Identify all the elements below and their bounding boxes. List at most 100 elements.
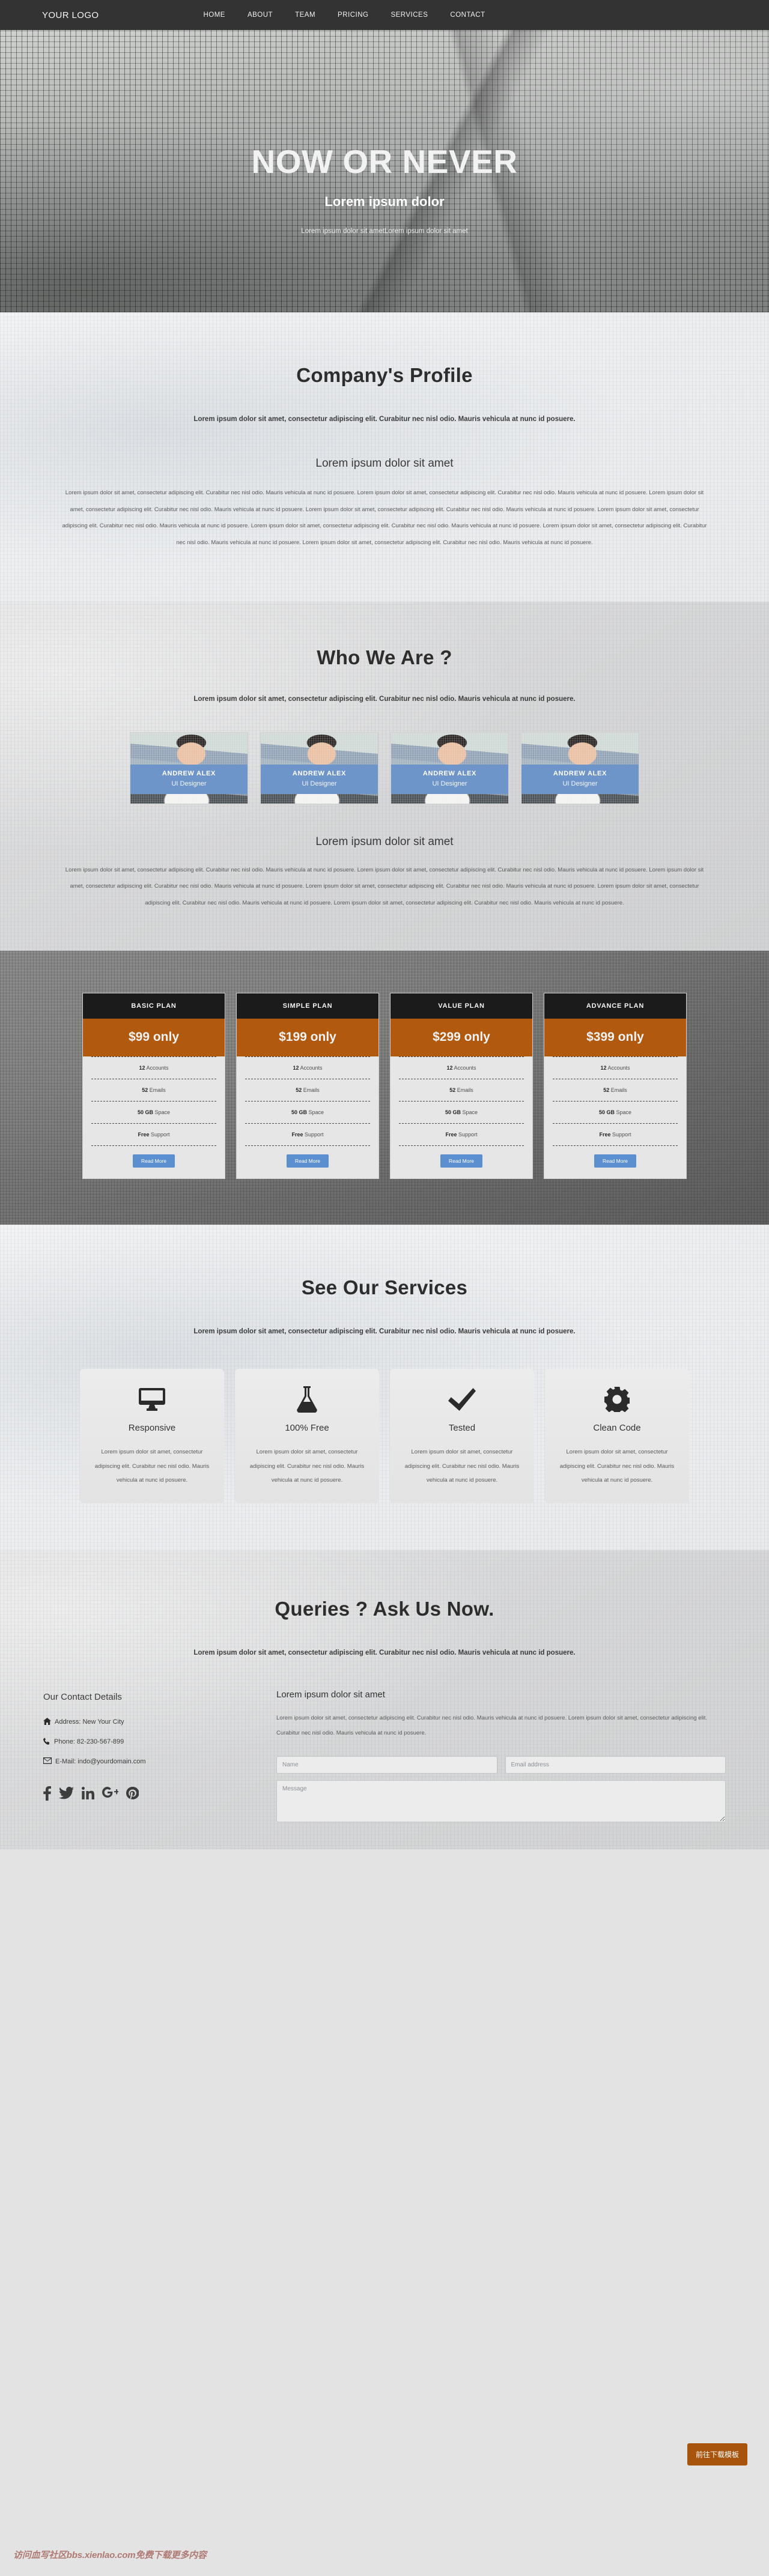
plan-feature: 12 Accounts	[553, 1056, 678, 1080]
contact-form-area: Lorem ipsum dolor sit amet Lorem ipsum d…	[276, 1690, 726, 1825]
nav-item-contact[interactable]: CONTACT	[450, 11, 485, 19]
service-title: Responsive	[128, 1422, 176, 1433]
plan-feature: 12 Accounts	[91, 1056, 216, 1080]
name-input[interactable]	[276, 1756, 497, 1774]
plan-feature-list: 12 Accounts 52 Emails 50 GB Space Free S…	[83, 1056, 225, 1147]
plan-price: $399 only	[544, 1019, 686, 1057]
feature-value: 50 GB	[445, 1109, 461, 1116]
member-info-overlay: ANDREW ALEX UI Designer	[261, 764, 378, 794]
team-member-card[interactable]: ANDREW ALEX UI Designer	[260, 732, 378, 804]
service-card-free[interactable]: 100% Free Lorem ipsum dolor sit amet, co…	[235, 1368, 379, 1504]
team-container: Who We Are ? Lorem ipsum dolor sit amet,…	[36, 602, 733, 951]
team-member-card[interactable]: ANDREW ALEX UI Designer	[391, 732, 509, 804]
contact-email-line: E-Mail: indo@yourdomain.com	[43, 1757, 242, 1766]
team-member-card[interactable]: ANDREW ALEX UI Designer	[521, 732, 639, 804]
plan-name: SIMPLE PLAN	[237, 993, 378, 1019]
plan-feature: 50 GB Space	[399, 1102, 524, 1124]
feature-label: Space	[153, 1109, 171, 1116]
check-icon	[403, 1386, 521, 1413]
read-more-button[interactable]: Read More	[286, 1154, 329, 1168]
service-card-clean-code[interactable]: Clean Code Lorem ipsum dolor sit amet, c…	[545, 1368, 689, 1504]
profile-body: Lorem ipsum dolor sit amet, consectetur …	[62, 489, 707, 546]
plan-feature-list: 12 Accounts 52 Emails 50 GB Space Free S…	[544, 1056, 686, 1147]
linkedin-icon[interactable]	[82, 1787, 94, 1802]
read-more-button[interactable]: Read More	[594, 1154, 637, 1168]
plan-feature: Free Support	[399, 1124, 524, 1147]
nav-item-about[interactable]: ABOUT	[248, 11, 273, 19]
feature-value: 52	[603, 1087, 610, 1094]
pricing-card-value: VALUE PLAN $299 only 12 Accounts 52 Emai…	[390, 993, 533, 1180]
contact-details: Our Contact Details Address: New Your Ci…	[43, 1690, 242, 1825]
site-logo[interactable]: YOUR LOGO	[42, 10, 99, 20]
contact-container: Queries ? Ask Us Now. Lorem ipsum dolor …	[36, 1550, 733, 1849]
pricing-section: BASIC PLAN $99 only 12 Accounts 52 Email…	[0, 951, 769, 1225]
home-icon	[43, 1717, 51, 1727]
plan-feature: 50 GB Space	[245, 1102, 370, 1124]
feature-label: Support	[610, 1132, 631, 1138]
plan-name: ADVANCE PLAN	[544, 993, 686, 1019]
download-template-button[interactable]: 前往下载模板	[687, 2443, 747, 2465]
plan-feature: Free Support	[245, 1124, 370, 1147]
service-text: Lorem ipsum dolor sit amet, consectetur …	[404, 1448, 520, 1484]
member-info-overlay: ANDREW ALEX UI Designer	[391, 764, 508, 794]
company-profile-section: Company's Profile Lorem ipsum dolor sit …	[0, 312, 769, 602]
read-more-button[interactable]: Read More	[132, 1154, 175, 1168]
service-title: Clean Code	[593, 1422, 641, 1433]
service-text: Lorem ipsum dolor sit amet, consectetur …	[249, 1448, 365, 1484]
team-member-card[interactable]: ANDREW ALEX UI Designer	[130, 732, 248, 804]
read-more-button[interactable]: Read More	[440, 1154, 483, 1168]
contact-address-text: Address: New Your City	[55, 1718, 124, 1726]
contact-email-text: E-Mail: indo@yourdomain.com	[55, 1757, 146, 1765]
team-grid: ANDREW ALEX UI Designer ANDREW ALEX UI D…	[36, 732, 733, 804]
profile-lead: Lorem ipsum dolor sit amet, consectetur …	[193, 416, 576, 423]
feature-value: 50 GB	[137, 1109, 153, 1116]
member-role: UI Designer	[432, 780, 467, 787]
nav-item-team[interactable]: TEAM	[295, 11, 315, 19]
plan-feature: 12 Accounts	[245, 1056, 370, 1080]
googleplus-icon[interactable]	[102, 1786, 120, 1803]
nav-item-home[interactable]: HOME	[203, 11, 225, 19]
feature-value: 52	[142, 1087, 148, 1094]
contact-section: Queries ? Ask Us Now. Lorem ipsum dolor …	[0, 1550, 769, 1850]
nav-item-pricing[interactable]: PRICING	[338, 11, 368, 19]
feature-label: Accounts	[299, 1065, 323, 1071]
hero-banner: NOW OR NEVER Lorem ipsum dolor Lorem ips…	[0, 30, 769, 312]
service-text: Lorem ipsum dolor sit amet, consectetur …	[94, 1448, 210, 1484]
contact-form-title: Lorem ipsum dolor sit amet	[276, 1689, 385, 1700]
plan-feature: 52 Emails	[245, 1079, 370, 1102]
feature-value: 50 GB	[598, 1109, 615, 1116]
member-info-overlay: ANDREW ALEX UI Designer	[521, 764, 639, 794]
nav-item-services[interactable]: SERVICES	[391, 11, 428, 19]
member-name: ANDREW ALEX	[553, 769, 607, 777]
service-card-responsive[interactable]: Responsive Lorem ipsum dolor sit amet, c…	[80, 1368, 224, 1504]
pinterest-icon[interactable]	[126, 1787, 139, 1802]
plan-feature: 50 GB Space	[553, 1102, 678, 1124]
member-name: ANDREW ALEX	[292, 769, 347, 777]
pricing-container: BASIC PLAN $99 only 12 Accounts 52 Email…	[36, 951, 733, 1225]
member-role: UI Designer	[171, 780, 207, 787]
services-grid: Responsive Lorem ipsum dolor sit amet, c…	[36, 1368, 733, 1504]
member-name: ANDREW ALEX	[162, 769, 216, 777]
message-textarea[interactable]	[276, 1780, 726, 1823]
contact-phone-line: Phone: 82-230-567-899	[43, 1738, 242, 1747]
contact-phone-text: Phone: 82-230-567-899	[54, 1738, 124, 1746]
feature-value: 12	[293, 1065, 299, 1071]
contact-columns: Our Contact Details Address: New Your Ci…	[36, 1690, 733, 1825]
team-heading: Who We Are ?	[317, 646, 452, 668]
feature-value: 12	[139, 1065, 145, 1071]
email-input[interactable]	[505, 1756, 726, 1774]
flask-icon	[248, 1386, 366, 1413]
facebook-icon[interactable]	[43, 1786, 51, 1804]
feature-label: Emails	[455, 1087, 473, 1094]
feature-label: Emails	[148, 1087, 166, 1094]
team-body: Lorem ipsum dolor sit amet, consectetur …	[65, 866, 704, 906]
twitter-icon[interactable]	[59, 1787, 74, 1802]
member-info-overlay: ANDREW ALEX UI Designer	[130, 764, 248, 794]
feature-value: Free	[599, 1132, 611, 1138]
profile-container: Company's Profile Lorem ipsum dolor sit …	[36, 312, 733, 602]
service-card-tested[interactable]: Tested Lorem ipsum dolor sit amet, conse…	[390, 1368, 534, 1504]
services-container: See Our Services Lorem ipsum dolor sit a…	[36, 1225, 733, 1550]
site-watermark: 访问血写社区bbs.xienlao.com免费下载更多内容	[13, 2550, 207, 2560]
plan-footer: Read More	[391, 1146, 532, 1178]
hero-title: NOW OR NEVER	[251, 143, 518, 180]
